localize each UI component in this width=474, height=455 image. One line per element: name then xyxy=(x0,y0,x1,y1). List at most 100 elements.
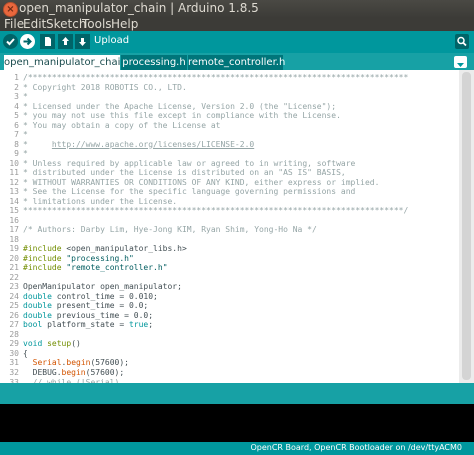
code-text: * You may obtain a copy of the License a… xyxy=(23,121,220,131)
code-token: "processing.h" xyxy=(66,253,134,263)
code-token: * limitations under the License. xyxy=(23,196,178,206)
code-token: true xyxy=(128,320,149,330)
code-token: control_time = 0.010; xyxy=(51,291,158,301)
line-number: 26 xyxy=(9,310,19,320)
code-text: /***************************************… xyxy=(23,73,408,83)
save-button[interactable] xyxy=(75,34,90,49)
line-number: 3 xyxy=(14,92,19,102)
board-status: OpenCR Board, OpenCR Bootloader on /dev/… xyxy=(250,443,462,452)
vertical-scrollbar[interactable] xyxy=(459,70,474,383)
code-editor[interactable]: 1 /**************************************… xyxy=(0,70,474,383)
toolbar-hover-label: Upload xyxy=(94,35,130,46)
tab-open-manipulator-chain[interactable]: open_manipulator_chain xyxy=(4,55,127,70)
code-text: * Licensed under the Apache License, Ver… xyxy=(23,102,336,112)
code-line: 28 xyxy=(0,330,460,340)
code-token: * xyxy=(23,149,28,159)
code-line: 1 /**************************************… xyxy=(0,73,460,83)
line-number: 10 xyxy=(9,158,19,168)
line-number: 32 xyxy=(9,367,19,377)
upload-button[interactable] xyxy=(20,34,35,49)
new-icon xyxy=(45,37,51,46)
line-number: 8 xyxy=(14,139,19,149)
line-number: 17 xyxy=(9,225,19,235)
tab-remote-controller-h[interactable]: remote_controller.h xyxy=(188,55,285,70)
code-line: 13 * See the License for the specific lan… xyxy=(0,187,460,197)
tab-processing-h[interactable]: processing.h xyxy=(121,55,187,70)
line-number: 25 xyxy=(9,301,19,311)
code-line: 30 { xyxy=(0,349,460,359)
code-line: 26 double previous_time = 0.0; xyxy=(0,311,460,321)
menu-edit[interactable]: Edit xyxy=(23,17,46,31)
code-line: 9 * xyxy=(0,149,460,159)
line-number: 21 xyxy=(9,263,19,273)
line-number: 20 xyxy=(9,253,19,263)
code-token: double xyxy=(23,310,52,320)
code-token: () xyxy=(71,339,81,349)
serial-monitor-icon xyxy=(457,36,467,47)
menu-tools[interactable]: Tools xyxy=(82,17,112,31)
code-token: OpenManipulator open_manipulator; xyxy=(23,282,182,292)
code-text: ****************************************… xyxy=(23,206,408,216)
code-token: #include xyxy=(23,244,62,254)
code-token: /* Authors: Darby Lim, Hye-Jong KIM, Rya… xyxy=(23,225,317,235)
scrollbar-thumb[interactable] xyxy=(462,72,471,380)
code-text: #include <open_manipulator_libs.h> xyxy=(23,244,187,254)
code-text: * xyxy=(23,92,28,102)
code-token: previous_time = 0.0; xyxy=(51,310,154,320)
code-token: double xyxy=(23,301,52,311)
code-line: 20 #include "processing.h" xyxy=(0,254,460,264)
code-line: 32 DEBUG.begin(57600); xyxy=(0,368,460,378)
toolbar: Upload xyxy=(0,31,474,53)
open-icon xyxy=(62,37,69,45)
code-line: 7 * xyxy=(0,130,460,140)
line-number: 14 xyxy=(9,196,19,206)
tab-menu-button[interactable] xyxy=(454,56,467,68)
code-text: { xyxy=(23,349,28,359)
code-line: 21 #include "remote_controller.h" xyxy=(0,263,460,273)
code-token: * distributed under the License is distr… xyxy=(23,168,346,178)
close-window-button[interactable]: × xyxy=(3,2,18,17)
code-token: present_time = 0.0; xyxy=(51,301,149,311)
verify-button[interactable] xyxy=(3,34,18,49)
code-text: * Unless required by applicable law or a… xyxy=(23,159,355,169)
code-text: OpenManipulator open_manipulator; xyxy=(23,282,182,292)
code-token: http://www.apache.org/licenses/LICENSE-2… xyxy=(51,139,255,149)
code-line: 8 * http://www.apache.org/licenses/LICENS… xyxy=(0,140,460,150)
new-button[interactable] xyxy=(40,34,55,49)
code-line: 17 /* Authors: Darby Lim, Hye-Jong KIM, R… xyxy=(0,225,460,235)
code-line: 25 double present_time = 0.0; xyxy=(0,301,460,311)
code-token: double xyxy=(23,291,52,301)
serial-monitor-button[interactable] xyxy=(455,34,469,49)
line-number: 6 xyxy=(14,120,19,130)
code-token: (57600); xyxy=(85,367,125,377)
code-line: 27 bool platform_state = true; xyxy=(0,320,460,330)
line-number: 24 xyxy=(9,291,19,301)
menu-help[interactable]: Help xyxy=(111,17,138,31)
line-number: 1 xyxy=(14,73,19,82)
code-line: 5 * you may not use this file except in c… xyxy=(0,111,460,121)
code-line: 15 **************************************… xyxy=(0,206,460,216)
upload-icon xyxy=(23,37,32,46)
code-text: /* Authors: Darby Lim, Hye-Jong KIM, Rya… xyxy=(23,225,317,235)
menu-sketch[interactable]: Sketch xyxy=(46,17,86,31)
code-text: * Copyright 2018 ROBOTIS CO., LTD. xyxy=(23,83,187,93)
code-text: bool platform_state = true; xyxy=(23,320,153,330)
line-number: 29 xyxy=(9,339,19,349)
code-token: "remote_controller.h" xyxy=(66,263,168,273)
editor-console-divider[interactable] xyxy=(0,383,474,404)
code-token: platform_state = xyxy=(42,320,129,330)
code-token: * xyxy=(23,130,28,140)
code-line: 14 * limitations under the License. xyxy=(0,197,460,207)
code-token: DEBUG. xyxy=(23,367,62,377)
code-token: #include xyxy=(23,253,62,263)
line-number: 12 xyxy=(9,177,19,187)
menu-file[interactable]: File xyxy=(4,17,24,31)
code-token: bool xyxy=(23,320,43,330)
code-line: 31 Serial.begin(57600); xyxy=(0,358,460,368)
line-number: 4 xyxy=(14,101,19,111)
line-number: 18 xyxy=(9,234,19,244)
open-button[interactable] xyxy=(58,34,73,49)
code-token: * See the License for the specific langu… xyxy=(23,187,356,197)
code-line: 23 OpenManipulator open_manipulator; xyxy=(0,282,460,292)
